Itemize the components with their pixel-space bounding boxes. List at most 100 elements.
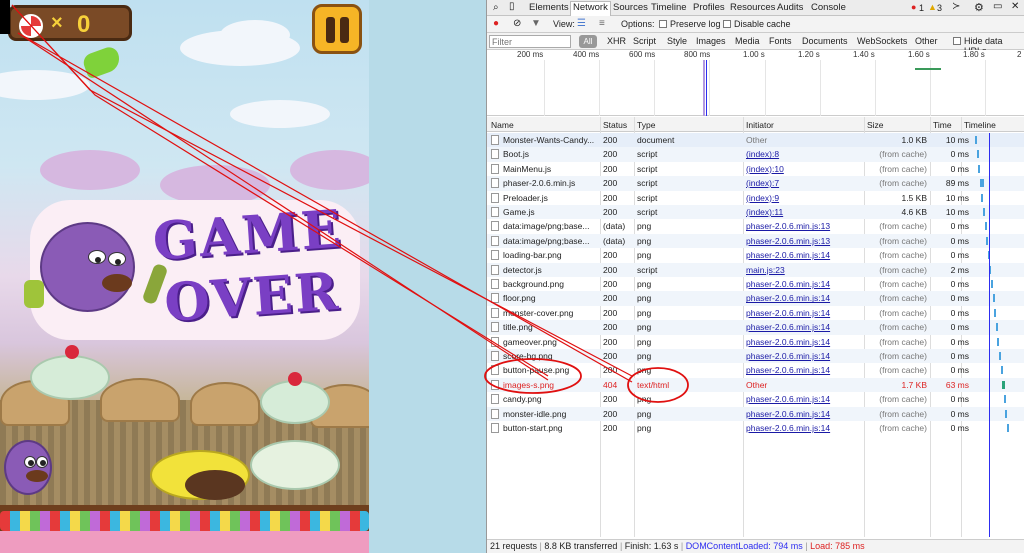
cell-name: MainMenu.js [503, 163, 552, 174]
request-row[interactable]: Game.js 200 script (index):11 4.6 KB 10 ms [487, 205, 1024, 220]
device-icon[interactable]: ▯ [509, 1, 515, 12]
request-row[interactable]: monster-idle.png 200 png phaser-2.0.6.min.j… [487, 406, 1024, 421]
tab-timeline[interactable]: Timeline [651, 2, 687, 13]
filter-style[interactable]: Style [667, 36, 687, 46]
tab-profiles[interactable]: Profiles [693, 2, 725, 13]
col-size[interactable]: Size [867, 120, 884, 130]
request-row[interactable]: title.png 200 png phaser-2.0.6.min.js:14 (fr… [487, 320, 1024, 335]
timeline-bar [981, 193, 984, 202]
cell-status: 200 [603, 163, 618, 174]
cell-type: png [637, 322, 652, 333]
gear-icon[interactable]: ⚙ [974, 1, 984, 14]
request-row[interactable]: gameover.png 200 png phaser-2.0.6.min.js:14… [487, 335, 1024, 349]
cell-size: 1.5 KB [901, 192, 927, 203]
cell-status: 200 [603, 307, 618, 318]
request-row[interactable]: Preloader.js 200 script (index):9 1.5 KB 10 m… [487, 191, 1024, 205]
file-icon [491, 178, 499, 189]
pink-cloud [40, 150, 140, 190]
cell-status: 200 [603, 351, 618, 361]
filter-fonts[interactable]: Fonts [769, 36, 792, 46]
request-row[interactable]: phaser-2.0.6.min.js 200 script (index):7 (fr… [487, 176, 1024, 191]
col-type[interactable]: Type [637, 120, 655, 130]
tab-resources[interactable]: Resources [730, 2, 775, 13]
request-row[interactable]: button-start.png 200 png phaser-2.0.6.min.j… [487, 421, 1024, 435]
timeline-bar [983, 208, 985, 216]
cell-status: 200 [603, 178, 618, 189]
cell-status: (data) [603, 221, 626, 232]
image-file-icon [491, 408, 499, 419]
request-row[interactable]: loading-bar.png 200 png phaser-2.0.6.min.js… [487, 248, 1024, 262]
col-name[interactable]: Name [491, 120, 514, 130]
cell-type: script [637, 207, 658, 217]
col-timeline[interactable]: Timeline [964, 120, 996, 130]
request-row[interactable]: data:image/png;base... (data) png phaser-2.… [487, 233, 1024, 249]
overview-icon[interactable]: ≡ [599, 18, 605, 29]
request-row[interactable]: Boot.js 200 script (index):8 (from cache) 0 m… [487, 147, 1024, 162]
devtools-panel: ⌕ ▯ Elements Network Sources Timeline Pr… [486, 0, 1024, 553]
inspect-icon[interactable]: ⌕ [493, 2, 499, 13]
console-drawer-icon[interactable]: ≻ [952, 1, 960, 12]
filter-websockets[interactable]: WebSockets [857, 36, 907, 46]
timeline-bar [986, 236, 989, 245]
monster-eye [108, 252, 126, 266]
filter-icon[interactable]: ▼ [531, 18, 541, 29]
col-initiator[interactable]: Initiator [746, 120, 774, 130]
disable-cache-checkbox[interactable] [723, 20, 731, 28]
cell-size: (from cache) [879, 221, 927, 232]
tab-audits[interactable]: Audits [777, 2, 803, 13]
request-row[interactable]: floor.png 200 png phaser-2.0.6.min.js:14 (fr… [487, 291, 1024, 306]
cell-status: 200 [603, 279, 618, 289]
close-icon[interactable]: ✕ [1011, 1, 1019, 12]
pause-button[interactable] [312, 4, 362, 54]
request-row[interactable]: candy.png 200 png phaser-2.0.6.min.js:14 (fr… [487, 392, 1024, 406]
tab-console[interactable]: Console [811, 2, 846, 13]
cell-name: button-start.png [503, 423, 563, 433]
file-icon [491, 264, 499, 275]
overview-tick: 200 ms [517, 50, 544, 59]
overview-tick: 1.60 s [908, 50, 930, 59]
cell-type: png [637, 394, 652, 405]
request-row[interactable]: Monster-Wants-Candy... 200 document Other 1.… [487, 133, 1024, 148]
request-row[interactable]: data:image/png;base... (data) png phaser-2.… [487, 219, 1024, 233]
tab-network[interactable]: Network [570, 1, 611, 16]
cell-type: png [637, 408, 652, 419]
request-row[interactable]: background.png 200 png phaser-2.0.6.min.js:… [487, 277, 1024, 291]
pause-icon-bar [340, 17, 349, 43]
preserve-log-checkbox[interactable] [659, 20, 667, 28]
overview-tick: 2 [1017, 50, 1022, 59]
cell-type: png [637, 235, 652, 246]
hide-data-urls-checkbox[interactable] [953, 37, 961, 45]
warning-icon[interactable]: ▲ [928, 2, 937, 12]
col-time[interactable]: Time [933, 120, 952, 130]
request-row[interactable]: monster-cover.png 200 png phaser-2.0.6.min.… [487, 306, 1024, 320]
request-row[interactable]: MainMenu.js 200 script (index):10 (from cach… [487, 162, 1024, 176]
filter-documents[interactable]: Documents [802, 36, 848, 46]
col-status[interactable]: Status [603, 120, 627, 130]
monster-player [4, 440, 52, 495]
cell-name: Preloader.js [503, 192, 548, 203]
request-row[interactable]: score-bg.png 200 png phaser-2.0.6.min.js:14… [487, 349, 1024, 364]
request-row[interactable]: button-pause.png 200 png phaser-2.0.6.min.j… [487, 363, 1024, 377]
file-icon [491, 149, 499, 160]
game-canvas[interactable]: GAME OVER × 0 [0, 0, 369, 553]
dock-icon[interactable]: ▭ [993, 1, 1002, 12]
filter-images[interactable]: Images [696, 36, 726, 46]
cell-status: 200 [603, 135, 618, 145]
request-row[interactable]: detector.js 200 script main.js:23 (from cach… [487, 262, 1024, 277]
filter-xhr[interactable]: XHR [607, 36, 626, 46]
tab-sources[interactable]: Sources [613, 2, 648, 13]
record-icon[interactable]: ● [493, 18, 499, 29]
large-rows-icon[interactable]: ☰ [577, 18, 586, 29]
error-icon[interactable]: ● [911, 2, 916, 12]
image-file-icon [491, 293, 499, 304]
network-overview[interactable]: 200 ms 400 ms 600 ms 800 ms 1.00 s 1.20 … [487, 50, 1024, 116]
filter-other[interactable]: Other [915, 36, 938, 46]
tab-elements[interactable]: Elements [529, 2, 569, 13]
filter-script[interactable]: Script [633, 36, 656, 46]
clear-icon[interactable]: ⊘ [513, 18, 521, 29]
filter-media[interactable]: Media [735, 36, 760, 46]
request-row[interactable]: images-s.png 404 text/html Other 1.7 KB 63 ms [487, 377, 1024, 393]
filter-input[interactable] [489, 35, 571, 48]
filter-all[interactable]: All [579, 35, 597, 48]
cell-status: 200 [603, 149, 618, 160]
